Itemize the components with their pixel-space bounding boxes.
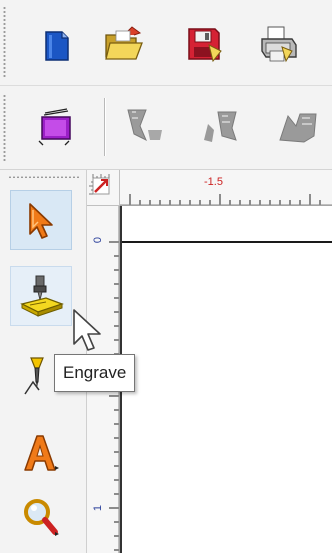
mouse-pointer-icon bbox=[73, 309, 101, 351]
ruler-origin-icon bbox=[89, 174, 110, 195]
frame-button[interactable] bbox=[34, 104, 78, 148]
vertical-ruler-label-1: 1 bbox=[92, 504, 105, 512]
trim-button[interactable] bbox=[198, 104, 242, 148]
engrave-icon bbox=[20, 275, 64, 317]
magnifier-icon bbox=[24, 499, 59, 536]
shape-operation-button[interactable] bbox=[276, 104, 320, 148]
horizontal-ruler-label: -1.5 bbox=[204, 176, 223, 188]
horizontal-ruler[interactable]: -1.5 bbox=[120, 170, 332, 206]
weld-icon bbox=[127, 109, 162, 142]
horizontal-ruler-ticks bbox=[120, 194, 332, 206]
drawing-canvas[interactable] bbox=[120, 206, 332, 553]
trim-icon bbox=[204, 111, 237, 142]
new-document-button[interactable] bbox=[34, 24, 78, 68]
new-document-icon bbox=[45, 31, 69, 61]
weld-button[interactable] bbox=[124, 104, 168, 148]
save-disk-icon bbox=[188, 28, 222, 63]
open-button[interactable] bbox=[102, 22, 146, 66]
toolbar-grip[interactable] bbox=[3, 6, 6, 78]
frame-resize-icon bbox=[38, 108, 71, 146]
save-button[interactable] bbox=[182, 22, 226, 66]
vertical-ruler-label-0: 0 bbox=[92, 236, 105, 244]
edit-toolbar bbox=[0, 86, 332, 170]
zoom-tool-button[interactable] bbox=[10, 488, 72, 548]
tooltip: Engrave bbox=[54, 354, 136, 392]
arrow-select-icon bbox=[29, 203, 53, 239]
open-folder-icon bbox=[105, 26, 143, 60]
text-tool-icon bbox=[24, 435, 59, 471]
print-icon bbox=[261, 26, 297, 63]
print-button[interactable] bbox=[258, 22, 302, 66]
text-tool-button[interactable] bbox=[10, 422, 72, 482]
ruler-corner[interactable] bbox=[87, 170, 120, 206]
toolbar-grip[interactable] bbox=[3, 94, 6, 162]
select-tool-button[interactable] bbox=[10, 190, 72, 250]
toolbar-grip[interactable] bbox=[8, 176, 80, 178]
file-toolbar bbox=[0, 0, 332, 86]
shape-op-icon bbox=[279, 113, 317, 143]
toolbar-separator bbox=[104, 98, 105, 156]
page-boundary-line bbox=[120, 241, 332, 243]
engrave-tool-button[interactable] bbox=[10, 266, 72, 326]
